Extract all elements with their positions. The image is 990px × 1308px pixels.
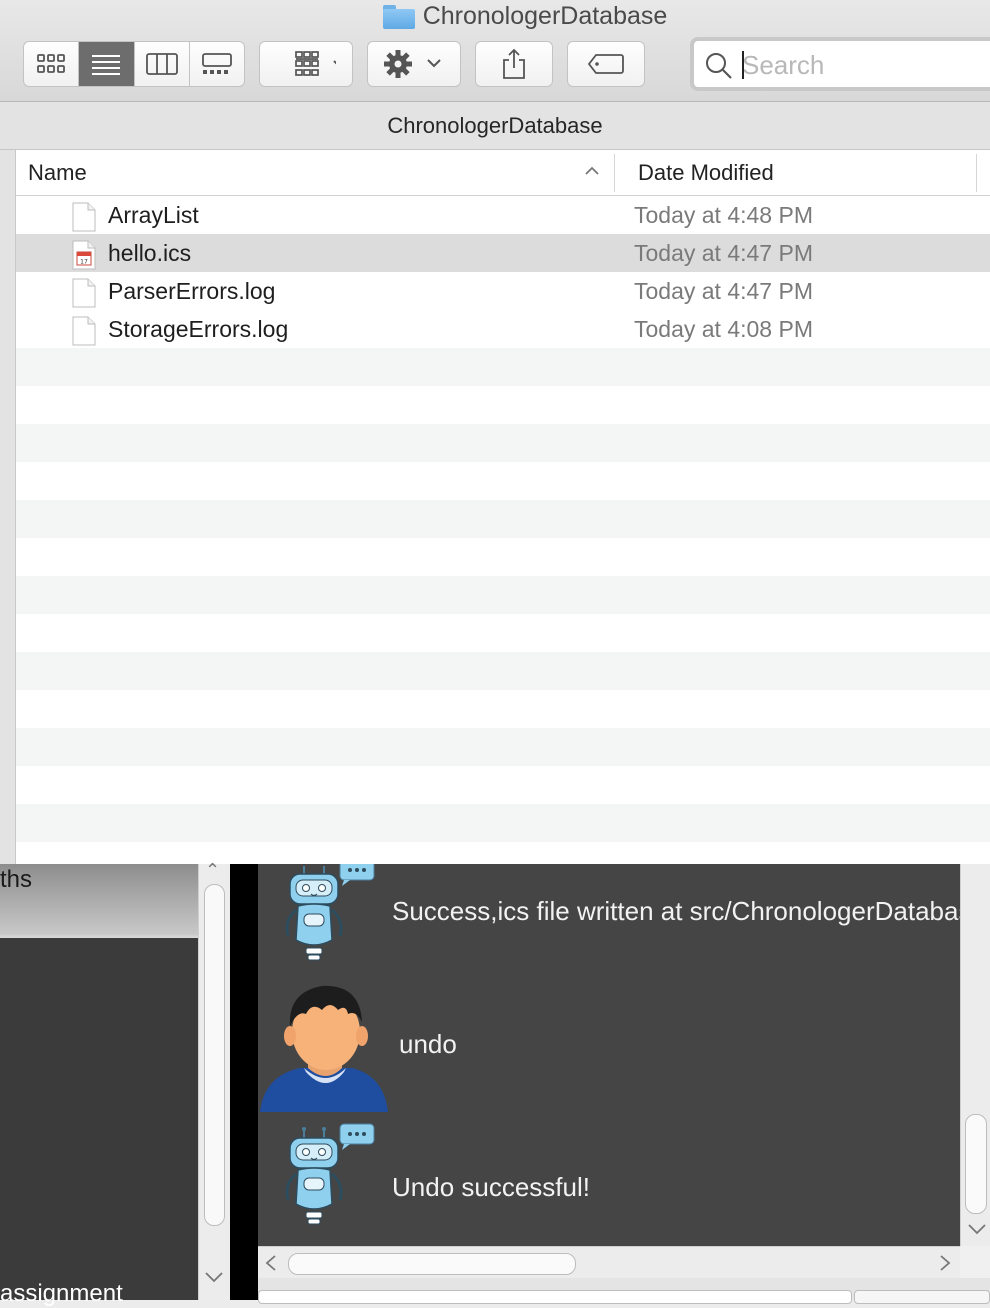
file-name: hello.ics xyxy=(108,240,192,266)
file-date: Today at 4:47 PM xyxy=(634,278,813,304)
tag-button[interactable] xyxy=(567,41,645,87)
bot-avatar-icon xyxy=(285,864,375,961)
send-button[interactable] xyxy=(854,1290,990,1304)
scrollbar-thumb[interactable] xyxy=(288,1253,576,1275)
gallery-view-button[interactable] xyxy=(190,42,244,86)
empty-row xyxy=(16,842,990,864)
bot-message-text: Undo successful! xyxy=(392,1172,590,1202)
group-grid-icon xyxy=(295,51,336,76)
empty-row xyxy=(16,424,990,462)
share-button[interactable] xyxy=(475,41,553,87)
left-panel-list xyxy=(0,938,198,1300)
sidebar-edge xyxy=(0,150,16,864)
file-row[interactable]: StorageErrors.log Today at 4:08 PM xyxy=(16,310,990,348)
column-separator[interactable] xyxy=(614,154,615,192)
scroll-up-arrow-icon[interactable]: ⌃ xyxy=(205,860,220,881)
file-list: Name Date Modified ArrayList Today at 4:… xyxy=(16,150,990,864)
bot-message: Undo successful! xyxy=(258,1118,960,1242)
list-view-icon xyxy=(92,55,121,75)
left-panel-scrollbar[interactable]: ⌃ xyxy=(198,860,230,1300)
scroll-down-arrow-icon[interactable] xyxy=(203,1270,225,1284)
search-icon xyxy=(706,53,732,79)
title-toolbar: ChronologerDatabase xyxy=(0,0,990,102)
empty-row xyxy=(16,576,990,614)
chat-dialog-pane: Success,ics file written at src/Chronolo… xyxy=(258,864,960,1246)
tag-icon xyxy=(587,54,624,74)
column-header-date[interactable]: Date Modified xyxy=(638,160,774,186)
column-view-icon xyxy=(145,53,178,75)
empty-row xyxy=(16,348,990,386)
user-message: undo xyxy=(258,976,960,1114)
search-field[interactable] xyxy=(690,37,990,91)
empty-row xyxy=(16,652,990,690)
svg-text:17: 17 xyxy=(80,259,88,266)
gear-icon xyxy=(384,50,441,78)
empty-row xyxy=(16,500,990,538)
empty-row xyxy=(16,690,990,728)
chat-horizontal-scrollbar[interactable] xyxy=(258,1246,960,1278)
scroll-right-arrow-icon[interactable] xyxy=(938,1253,952,1273)
folder-icon xyxy=(382,4,415,29)
file-date: Today at 4:48 PM xyxy=(634,202,813,228)
document-icon xyxy=(72,278,96,308)
command-input[interactable] xyxy=(258,1290,852,1304)
bot-message: Success,ics file written at src/Chronolo… xyxy=(258,864,960,974)
file-date: Today at 4:47 PM xyxy=(634,240,813,266)
split-divider[interactable] xyxy=(230,864,258,1300)
window-title: ChronologerDatabase xyxy=(0,0,990,30)
text-cursor xyxy=(742,51,744,79)
empty-row xyxy=(16,386,990,424)
action-menu-button[interactable] xyxy=(367,41,461,87)
file-row[interactable]: ParserErrors.log Today at 4:47 PM xyxy=(16,272,990,310)
left-panel-item-fragment: assignment xyxy=(0,1280,123,1307)
document-icon xyxy=(72,316,96,346)
file-name: ArrayList xyxy=(108,202,199,228)
group-by-button[interactable] xyxy=(259,41,353,87)
scrollbar-thumb[interactable] xyxy=(965,1114,987,1214)
column-separator[interactable] xyxy=(976,154,977,192)
left-panel: ths assignment xyxy=(0,864,198,1307)
chronologer-app-window: ths assignment ⌃ Success,ics file writte… xyxy=(0,860,990,1307)
list-view-button[interactable] xyxy=(79,42,135,86)
scroll-left-arrow-icon[interactable] xyxy=(264,1253,278,1273)
bot-avatar-icon xyxy=(285,1123,375,1225)
view-mode-segmented-control[interactable] xyxy=(23,41,245,87)
empty-row xyxy=(16,462,990,500)
user-avatar-icon xyxy=(260,985,388,1112)
gallery-view-icon xyxy=(201,53,232,74)
document-icon xyxy=(72,202,96,232)
command-input-row xyxy=(258,1278,990,1304)
share-icon xyxy=(503,48,525,79)
user-message-text: undo xyxy=(399,1029,457,1059)
chat-vertical-scrollbar[interactable] xyxy=(960,864,990,1246)
column-view-button[interactable] xyxy=(135,42,190,86)
empty-row xyxy=(16,538,990,576)
file-date: Today at 4:08 PM xyxy=(634,316,813,342)
file-row[interactable]: ArrayList Today at 4:48 PM xyxy=(16,196,990,234)
empty-row xyxy=(16,804,990,842)
bot-message-text: Success,ics file written at src/Chronolo… xyxy=(392,896,960,926)
column-header: Name Date Modified xyxy=(16,150,990,196)
empty-row xyxy=(16,766,990,804)
icon-view-icon xyxy=(37,54,66,73)
search-input[interactable] xyxy=(742,47,982,83)
file-name: ParserErrors.log xyxy=(108,278,276,304)
file-row-selected[interactable]: 17 hello.ics Today at 4:47 PM xyxy=(16,234,990,272)
finder-window: ChronologerDatabase Search ChronologerDa… xyxy=(0,0,990,864)
empty-row xyxy=(16,614,990,652)
scrollbar-thumb[interactable] xyxy=(204,884,225,1226)
file-rows: ArrayList Today at 4:48 PM 17 hello.ics … xyxy=(16,196,990,864)
path-bar: ChronologerDatabase xyxy=(0,102,990,150)
sort-ascending-icon[interactable] xyxy=(584,164,600,176)
scroll-down-arrow-icon[interactable] xyxy=(966,1222,988,1236)
window-title-text: ChronologerDatabase xyxy=(422,2,668,30)
file-name: StorageErrors.log xyxy=(108,316,289,342)
icon-view-button[interactable] xyxy=(24,42,80,86)
empty-row xyxy=(16,728,990,766)
column-header-name[interactable]: Name xyxy=(28,160,87,186)
left-panel-heading-fragment: ths xyxy=(0,866,33,893)
calendar-file-icon: 17 xyxy=(72,240,96,270)
